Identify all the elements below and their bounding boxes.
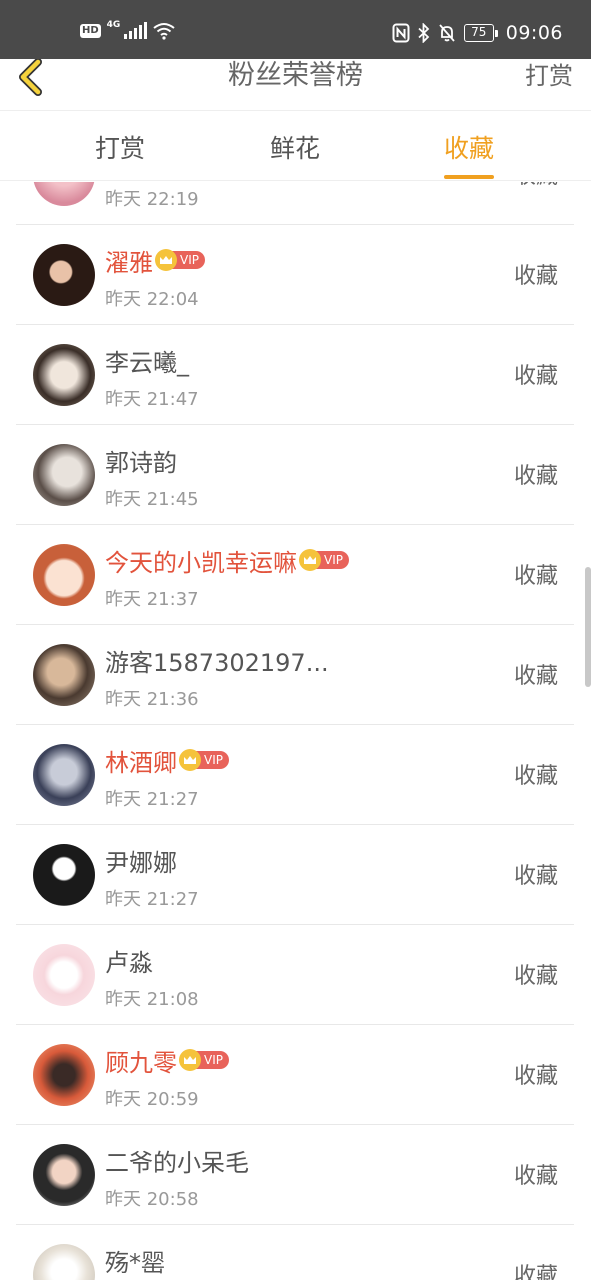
nfc-icon <box>392 23 410 43</box>
hd-icon: HD <box>80 24 101 38</box>
user-name: 卢淼 <box>105 948 153 977</box>
user-name: 濯雅 <box>105 248 153 277</box>
avatar <box>33 444 95 506</box>
favorite-label[interactable]: 收藏 <box>514 1158 558 1190</box>
list-item[interactable]: 殇*罂 收藏 <box>16 1225 574 1280</box>
vip-badge: VIP <box>155 249 205 271</box>
status-time: 09:06 <box>505 22 563 44</box>
status-left: HD 4G <box>80 20 175 40</box>
tab-bar: 打赏 鲜花 收藏 <box>0 111 591 181</box>
avatar <box>33 1244 95 1280</box>
user-name: 顾九零 <box>105 1048 177 1077</box>
avatar <box>33 944 95 1006</box>
avatar <box>33 544 95 606</box>
user-name: 尹娜娜 <box>105 848 177 877</box>
user-name: 李云曦_ <box>105 348 189 377</box>
timestamp: 昨天 21:37 <box>105 589 199 610</box>
timestamp: 昨天 21:08 <box>105 989 199 1010</box>
avatar <box>33 844 95 906</box>
wifi-icon <box>153 23 175 40</box>
network-type: 4G <box>106 20 121 30</box>
timestamp: 昨天 21:45 <box>105 489 199 510</box>
status-bar: HD 4G 75 09:06 <box>0 0 591 59</box>
timestamp: 昨天 20:59 <box>105 1089 199 1110</box>
vip-badge: VIP <box>299 549 349 571</box>
list-item[interactable]: 郭诗韵 昨天 21:45 收藏 <box>16 425 574 525</box>
crown-icon <box>299 549 321 571</box>
list-item[interactable]: 今天的小凯幸运嘛 VIP 昨天 21:37 收藏 <box>16 525 574 625</box>
tab-favorites[interactable]: 收藏 <box>444 129 495 179</box>
status-right: 75 09:06 <box>392 22 563 44</box>
list-item[interactable]: 昨天 22:19 收藏 <box>16 182 574 225</box>
favorite-label[interactable]: 收藏 <box>514 758 558 790</box>
favorite-label[interactable]: 收藏 <box>514 958 558 990</box>
user-name: 二爷的小呆毛 <box>105 1148 249 1177</box>
list-item[interactable]: 游客1587302197... 昨天 21:36 收藏 <box>16 625 574 725</box>
user-name: 殇*罂 <box>105 1248 165 1277</box>
list-item[interactable]: 二爷的小呆毛 昨天 20:58 收藏 <box>16 1125 574 1225</box>
avatar <box>33 1044 95 1106</box>
tab-reward[interactable]: 打赏 <box>95 129 145 165</box>
signal-icon <box>124 22 148 39</box>
reward-button[interactable]: 打赏 <box>525 59 573 93</box>
timestamp: 昨天 22:19 <box>105 189 199 210</box>
user-name: 游客1587302197... <box>105 648 329 677</box>
battery-icon: 75 <box>463 24 498 42</box>
tab-flowers[interactable]: 鲜花 <box>270 129 320 165</box>
crown-icon <box>179 749 201 771</box>
avatar <box>33 744 95 806</box>
crown-icon <box>155 249 177 271</box>
favorite-label[interactable]: 收藏 <box>514 458 558 490</box>
mute-bell-icon <box>439 24 455 42</box>
bluetooth-icon <box>418 23 430 43</box>
timestamp: 昨天 21:27 <box>105 789 199 810</box>
favorite-label[interactable]: 收藏 <box>514 258 558 290</box>
timestamp: 昨天 21:36 <box>105 689 199 710</box>
fan-list[interactable]: 昨天 22:19 收藏 濯雅 VIP 昨天 22:04 收藏 李云曦_ 昨天 2… <box>0 182 591 1280</box>
vip-badge: VIP <box>179 749 229 771</box>
page-title: 粉丝荣誉榜 <box>228 60 363 91</box>
favorite-label[interactable]: 收藏 <box>514 1058 558 1090</box>
favorite-label[interactable]: 收藏 <box>514 858 558 890</box>
crown-icon <box>179 1049 201 1071</box>
header: 粉丝荣誉榜 打赏 <box>0 58 591 111</box>
user-name: 郭诗韵 <box>105 448 177 477</box>
scrollbar-thumb[interactable] <box>585 567 591 687</box>
list-item[interactable]: 尹娜娜 昨天 21:27 收藏 <box>16 825 574 925</box>
favorite-label[interactable]: 收藏 <box>514 658 558 690</box>
avatar <box>33 182 95 206</box>
timestamp: 昨天 22:04 <box>105 289 199 310</box>
avatar <box>33 344 95 406</box>
list-item[interactable]: 李云曦_ 昨天 21:47 收藏 <box>16 325 574 425</box>
battery-level: 75 <box>463 24 494 42</box>
timestamp: 昨天 21:47 <box>105 389 199 410</box>
list-item[interactable]: 濯雅 VIP 昨天 22:04 收藏 <box>16 225 574 325</box>
favorite-label[interactable]: 收藏 <box>514 1258 558 1280</box>
list-item[interactable]: 卢淼 昨天 21:08 收藏 <box>16 925 574 1025</box>
user-name: 林酒卿 <box>105 748 177 777</box>
timestamp: 昨天 20:58 <box>105 1189 199 1210</box>
avatar <box>33 244 95 306</box>
avatar <box>33 644 95 706</box>
list-item[interactable]: 林酒卿 VIP 昨天 21:27 收藏 <box>16 725 574 825</box>
favorite-label[interactable]: 收藏 <box>514 182 558 190</box>
avatar <box>33 1144 95 1206</box>
tab-active-indicator <box>444 175 495 179</box>
favorite-label[interactable]: 收藏 <box>514 558 558 590</box>
tab-favorites-label: 收藏 <box>444 134 495 163</box>
list-item[interactable]: 顾九零 VIP 昨天 20:59 收藏 <box>16 1025 574 1125</box>
favorite-label[interactable]: 收藏 <box>514 358 558 390</box>
user-name: 今天的小凯幸运嘛 <box>105 548 297 577</box>
vip-badge: VIP <box>179 1049 229 1071</box>
timestamp: 昨天 21:27 <box>105 889 199 910</box>
